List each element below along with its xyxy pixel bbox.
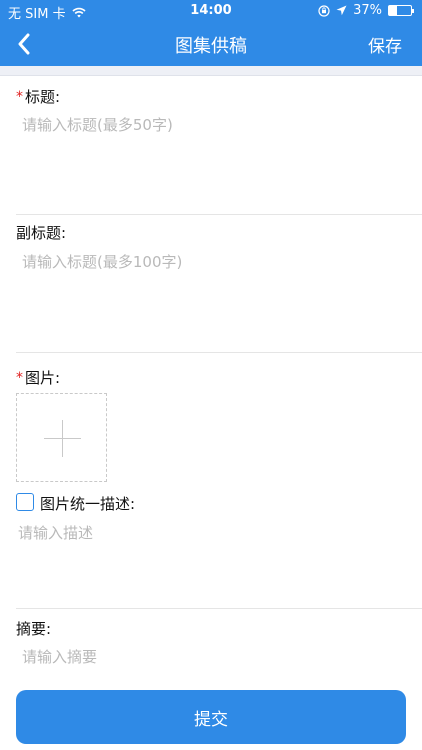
status-right: 37% (318, 3, 414, 18)
summary-label-text: 摘要: (16, 620, 52, 638)
subtitle-label-text: 副标题: (16, 224, 67, 242)
title-label-text: 标题: (25, 88, 61, 106)
battery-percent: 37% (353, 3, 382, 18)
rotation-lock-icon (318, 4, 330, 17)
images-label-text: 图片: (25, 369, 61, 387)
divider (16, 214, 422, 215)
submit-button[interactable]: 提交 (16, 690, 406, 744)
divider (16, 352, 422, 353)
title-input[interactable]: 请输入标题(最多50字) (22, 114, 173, 135)
add-image-button[interactable] (16, 393, 107, 482)
required-mark: * (16, 88, 23, 105)
status-bar: 无 SIM 卡 14:00 37% (0, 0, 422, 22)
section-divider (0, 66, 422, 76)
required-mark: * (16, 369, 23, 386)
page-title: 图集供稿 (175, 36, 247, 57)
battery-icon (388, 5, 414, 16)
description-input[interactable]: 请输入描述 (18, 522, 93, 543)
battery-fill (389, 6, 398, 15)
location-arrow-icon (336, 5, 347, 16)
plus-icon-v (62, 420, 63, 457)
summary-input[interactable]: 请输入摘要 (22, 646, 97, 667)
images-label: * 图片: (16, 367, 60, 388)
unified-description-label: 图片统一描述: (40, 495, 136, 513)
nav-bar: 图集供稿 保存 (0, 22, 422, 66)
save-button[interactable]: 保存 (368, 32, 402, 57)
unified-description-checkbox[interactable] (16, 493, 34, 511)
title-label: * 标题: (16, 86, 60, 107)
subtitle-input[interactable]: 请输入标题(最多100字) (22, 251, 182, 272)
divider (16, 608, 422, 609)
subtitle-label: 副标题: (16, 222, 66, 243)
summary-label: 摘要: (16, 618, 51, 639)
